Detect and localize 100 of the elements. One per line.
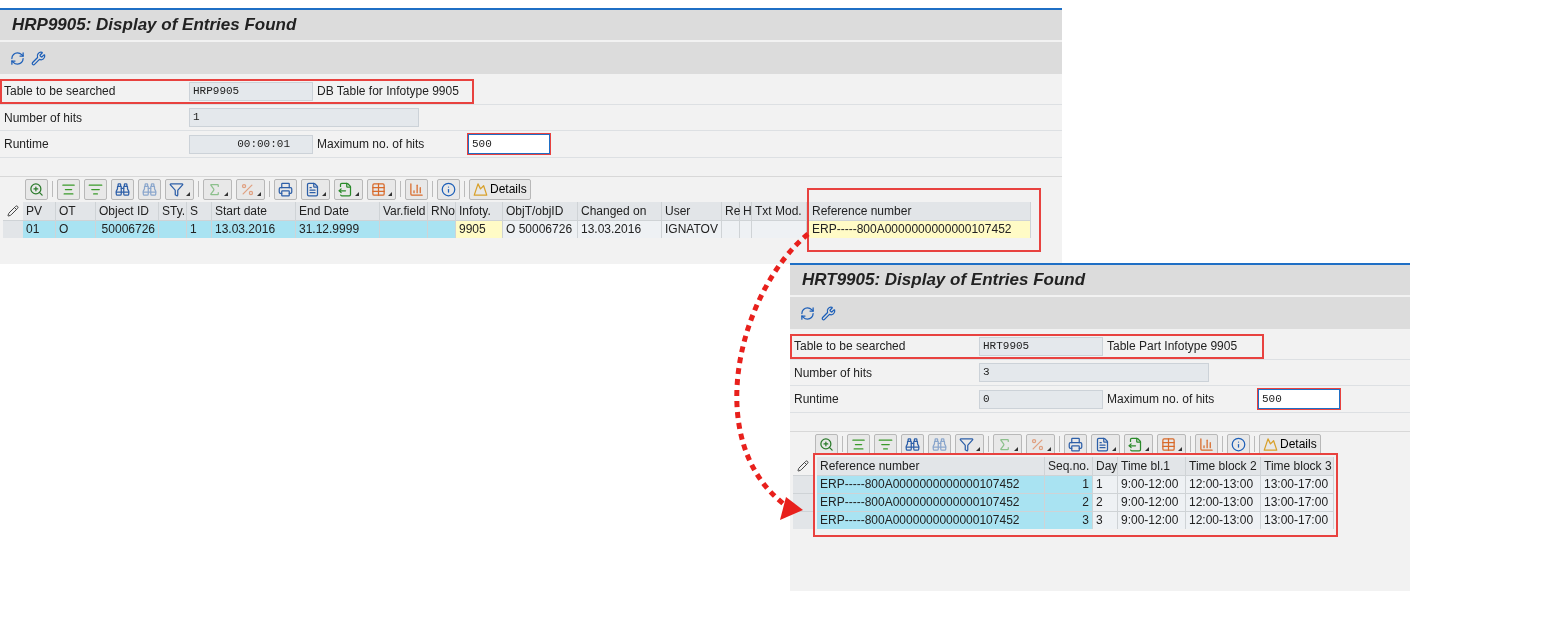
sort-descending-icon (878, 436, 893, 452)
column-header[interactable]: RNo (428, 201, 456, 220)
filter-icon (169, 181, 184, 197)
sigma-icon (207, 181, 222, 197)
layout-button[interactable] (1157, 433, 1186, 455)
column-header[interactable]: Infoty. (456, 201, 503, 220)
subtotal-icon (1030, 436, 1045, 452)
sort-descending-icon (88, 181, 103, 197)
column-header[interactable]: Day (1093, 456, 1118, 475)
print-button[interactable] (274, 178, 297, 200)
display-field[interactable]: 00:00:01 (189, 134, 313, 154)
column-header[interactable]: STy. (159, 201, 187, 220)
sort-descending-button[interactable] (874, 433, 897, 455)
find-button[interactable] (111, 178, 134, 200)
input-field[interactable]: 500 (468, 134, 550, 154)
find-button[interactable] (901, 433, 924, 455)
column-header[interactable]: ObjT/objID (503, 201, 578, 220)
display-field[interactable]: 0 (979, 389, 1103, 409)
details-view-button[interactable] (25, 178, 48, 200)
column-header[interactable]: Time block 2 (1186, 456, 1261, 475)
tools-icon[interactable] (31, 50, 46, 66)
refresh-icon[interactable] (10, 50, 25, 66)
column-header[interactable]: Seq.no. (1045, 456, 1093, 475)
mountain-icon (473, 181, 488, 197)
magnifier-icon (29, 181, 44, 197)
refresh-icon[interactable] (800, 305, 815, 321)
column-header[interactable]: Object ID (96, 201, 159, 220)
column-header[interactable]: Txt Mod. (752, 201, 807, 220)
document-icon (1095, 436, 1110, 452)
field-description: Table Part Infotype 9905 (1106, 338, 1239, 355)
info-button[interactable] (437, 178, 460, 200)
display-field[interactable]: HRP9905 (189, 81, 313, 101)
export-button[interactable] (334, 178, 363, 200)
column-header[interactable]: Reference number (817, 456, 1045, 475)
magnifier-icon (819, 436, 834, 452)
field-label: Runtime (3, 136, 50, 153)
document-icon (305, 181, 320, 197)
column-header[interactable]: S (187, 201, 212, 220)
info-button[interactable] (1227, 433, 1250, 455)
filter-button[interactable] (955, 433, 984, 455)
column-header[interactable]: Reference number (809, 201, 1031, 220)
column-header[interactable]: Changed on (578, 201, 662, 220)
grid-icon (1161, 436, 1176, 452)
display-field[interactable]: 3 (979, 363, 1209, 382)
caret-icon (976, 446, 980, 451)
field-label: Table to be searched (793, 338, 907, 355)
binoculars-icon (905, 436, 920, 452)
binoculars-icon (115, 181, 130, 197)
caret-icon (224, 191, 228, 196)
layout-button[interactable] (367, 178, 396, 200)
column-header[interactable]: Re (722, 201, 740, 220)
chart-button[interactable] (405, 178, 428, 200)
details-button[interactable]: Details (1259, 433, 1321, 455)
field-label: Runtime (793, 391, 840, 408)
export-button[interactable] (1124, 433, 1153, 455)
column-header[interactable]: Start date (212, 201, 296, 220)
display-field[interactable]: 1 (189, 108, 419, 127)
field-label: Number of hits (793, 364, 874, 382)
view-button[interactable] (301, 178, 330, 200)
filter-button[interactable] (165, 178, 194, 200)
column-header[interactable]: Time bl.1 (1118, 456, 1186, 475)
details-button[interactable]: Details (469, 178, 531, 200)
binoculars-plus-icon (142, 181, 157, 197)
caret-icon (388, 191, 392, 196)
caret-icon (257, 191, 261, 196)
export-icon (338, 181, 353, 197)
print-button[interactable] (1064, 433, 1087, 455)
caret-icon (186, 191, 190, 196)
caret-icon (1047, 446, 1051, 451)
sort-ascending-button[interactable] (57, 178, 80, 200)
find-next-button[interactable] (928, 433, 951, 455)
printer-icon (1068, 436, 1083, 452)
details-view-button[interactable] (815, 433, 838, 455)
chart-button[interactable] (1195, 433, 1218, 455)
column-header[interactable]: Time block 3 (1261, 456, 1334, 475)
total-button[interactable] (993, 433, 1022, 455)
column-header[interactable]: H (740, 201, 752, 220)
bar-chart-icon (409, 181, 424, 197)
bar-chart-icon (1199, 436, 1214, 452)
sort-ascending-button[interactable] (847, 433, 870, 455)
printer-icon (278, 181, 293, 197)
column-header[interactable]: OT (56, 201, 96, 220)
column-header[interactable]: Var.field (380, 201, 428, 220)
column-header[interactable]: PV (23, 201, 56, 220)
subtotal-button[interactable] (1026, 433, 1055, 455)
input-field[interactable]: 500 (1258, 389, 1340, 409)
sort-descending-button[interactable] (84, 178, 107, 200)
view-button[interactable] (1091, 433, 1120, 455)
mountain-icon (1263, 436, 1278, 452)
window-title: HRP9905: Display of Entries Found (12, 14, 297, 37)
field-description: Maximum no. of hits (316, 136, 426, 153)
display-field[interactable]: HRT9905 (979, 336, 1103, 356)
caret-icon (1145, 446, 1149, 451)
column-header[interactable]: End Date (296, 201, 380, 220)
caret-icon (1014, 446, 1018, 451)
caret-icon (322, 191, 326, 196)
column-header[interactable]: User (662, 201, 722, 220)
tools-icon[interactable] (821, 305, 836, 321)
sigma-icon (997, 436, 1012, 452)
field-label: Number of hits (3, 109, 84, 127)
